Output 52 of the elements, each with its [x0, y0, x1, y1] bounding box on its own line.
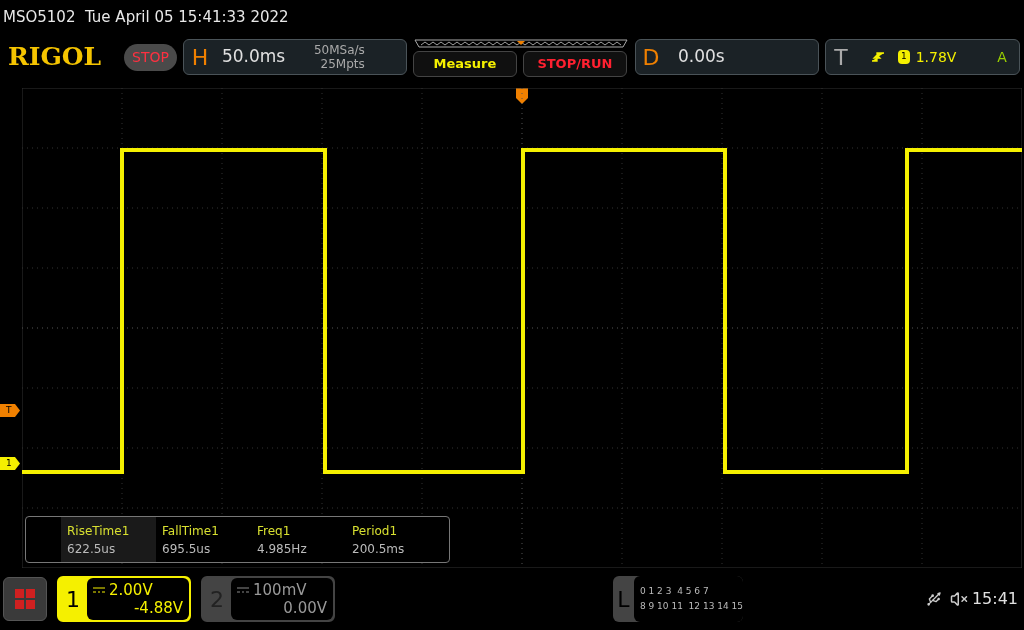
memory-overview-icon — [412, 37, 629, 48]
horizontal-panel[interactable]: H 50.0ms 50MSa/s 25Mpts — [182, 39, 407, 75]
trigger-mode: A — [997, 47, 1007, 67]
delay-label: D — [641, 43, 661, 72]
timebase-value: 50.0ms — [221, 45, 287, 69]
clock: 15:41 — [971, 588, 1018, 610]
trigger-label: T — [833, 43, 849, 72]
measure-button[interactable]: Measure — [412, 50, 517, 77]
logic-channel-numbers: 0 1 2 3 4 5 6 7 — [639, 585, 710, 598]
channel-number: 1 — [65, 585, 81, 614]
logic-label: L — [616, 585, 631, 614]
trigger-level-marker[interactable]: T — [0, 404, 20, 417]
measurement-name: Freq1 — [257, 522, 292, 540]
trigger-source: 1 — [897, 50, 910, 64]
trigger-level: 1.78V — [915, 47, 957, 67]
delay-panel[interactable]: D 0.00s — [634, 39, 819, 75]
dc-coupling-icon — [237, 587, 249, 593]
measurement-column[interactable]: Freq1 4.985Hz — [251, 517, 346, 562]
measurement-name: RiseTime1 — [67, 522, 131, 540]
sample-rate: 50MSa/s — [313, 43, 365, 57]
measurement-name: Period1 — [352, 522, 399, 540]
channel-offset: 0.00V — [282, 599, 327, 617]
trigger-panel[interactable]: T 1 1.78V A — [824, 39, 1020, 75]
menu-button[interactable] — [3, 577, 47, 621]
usb-icon — [925, 591, 942, 607]
measurement-column[interactable]: Period1 200.5ms — [346, 517, 441, 562]
channel-panel[interactable]: 1 2.00V -4.88V — [57, 576, 191, 622]
dc-coupling-icon — [93, 587, 105, 593]
brand-logo: RIGOL — [8, 41, 103, 74]
stop-run-button[interactable]: STOP/RUN — [522, 50, 627, 77]
measurement-value: 200.5ms — [352, 540, 406, 558]
channel-scale: 100mV — [253, 581, 307, 599]
horizontal-label: H — [190, 43, 210, 72]
measurement-value: 4.985Hz — [257, 540, 308, 558]
measurement-column[interactable]: FallTime1 695.5us — [156, 517, 251, 562]
status-line: MSO5102 Tue April 05 15:41:33 2022 — [3, 6, 289, 28]
logic-channel-numbers: 8 9 10 11 12 13 14 15 — [639, 600, 743, 613]
delay-value: 0.00s — [677, 45, 725, 69]
channel-marker[interactable]: 1 — [0, 457, 20, 470]
logic-panel[interactable]: L 0 1 2 3 4 5 6 7 8 9 10 11 12 13 14 15 — [613, 576, 743, 622]
channel-offset: -4.88V — [132, 599, 183, 617]
channel-scale: 2.00V — [109, 581, 153, 599]
measurement-value: 622.5us — [67, 540, 117, 558]
run-state-badge: STOP — [124, 43, 177, 71]
measurement-value: 695.5us — [162, 540, 212, 558]
grid-menu-icon — [14, 588, 36, 610]
trigger-position-icon — [516, 88, 528, 104]
measurement-column[interactable]: RiseTime1 622.5us — [61, 517, 156, 562]
memory-depth: 25Mpts — [320, 57, 365, 71]
muted-speaker-icon — [949, 590, 968, 608]
measurement-name: FallTime1 — [162, 522, 220, 540]
rising-edge-icon — [871, 51, 884, 63]
